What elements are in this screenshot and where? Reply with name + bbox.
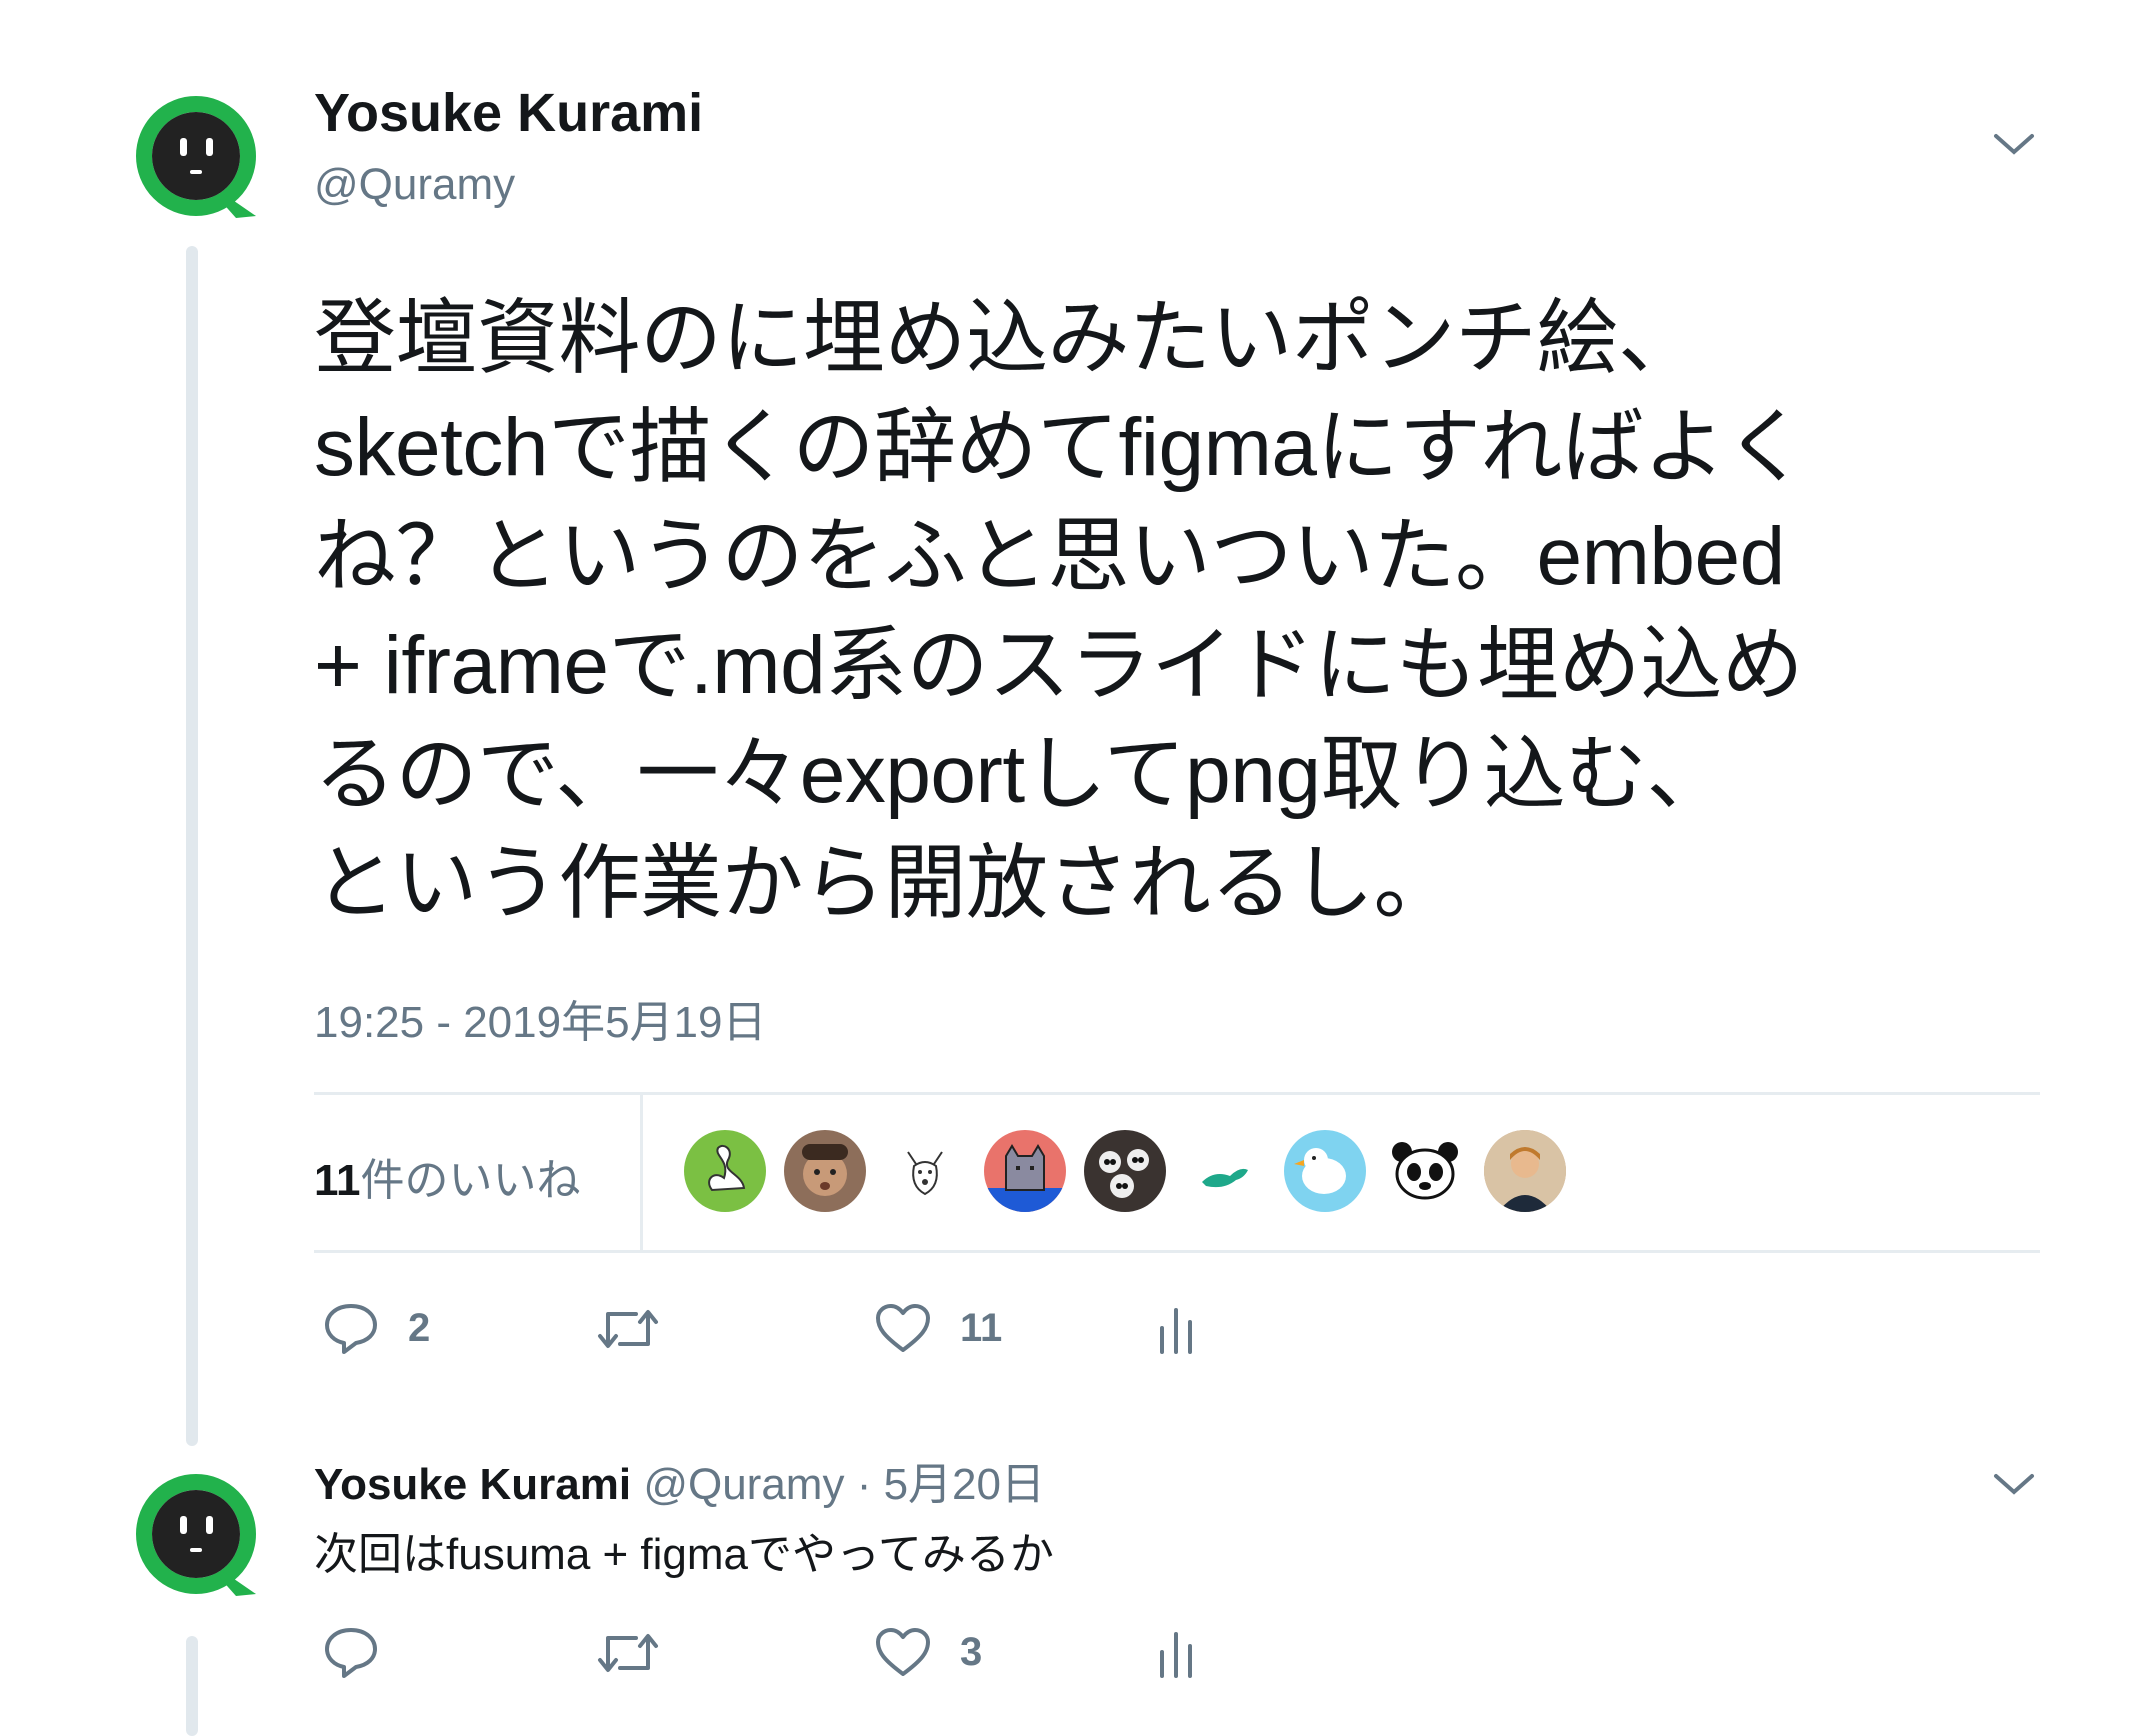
man-face-icon[interactable]	[784, 1130, 866, 1212]
pixel-cat-icon[interactable]	[984, 1130, 1066, 1212]
heart-icon	[876, 1304, 930, 1352]
reply-icon	[325, 1304, 377, 1354]
likes-label: 件のいいね	[360, 1156, 581, 1205]
likers-list	[684, 1130, 1566, 1212]
reply-icon	[325, 1628, 377, 1678]
pandas-group-icon[interactable]	[1084, 1130, 1166, 1212]
vertical-divider	[640, 1094, 643, 1252]
green-otter-icon[interactable]	[1184, 1130, 1266, 1212]
author-avatar[interactable]	[136, 96, 262, 227]
reply-author-avatar[interactable]	[136, 1474, 262, 1605]
thread-line	[186, 246, 198, 1446]
retweet-icon	[598, 1310, 658, 1348]
reply-header: Yosuke Kurami @Quramy · 5月20日	[314, 1448, 1045, 1512]
reply-author-name[interactable]: Yosuke Kurami	[314, 1460, 631, 1509]
thread-line-lower	[186, 1636, 198, 1736]
reply-button[interactable]: 2	[322, 1300, 430, 1356]
analytics-icon[interactable]	[1156, 1304, 1196, 1361]
tweet-text-line: るので、一々exportしてpng取り込む、	[314, 729, 1728, 820]
divider	[314, 1092, 2040, 1095]
author-name[interactable]: Yosuke Kurami	[314, 82, 703, 144]
like-button[interactable]: 11	[874, 1302, 1002, 1354]
tweet-text-line: ね？というのをふと思いついた。embed	[314, 511, 1785, 602]
reply-like-button[interactable]: 3	[874, 1626, 982, 1678]
dog-sketch-icon[interactable]	[884, 1130, 966, 1212]
reply-retweet-button[interactable]	[596, 1628, 688, 1678]
like-count: 11	[960, 1305, 1003, 1350]
reply-date[interactable]: 5月20日	[884, 1460, 1045, 1509]
tweet-timestamp[interactable]: 19:25 - 2019年5月19日	[314, 986, 767, 1050]
tweet-text-line: という作業から開放されるし。	[314, 838, 1456, 929]
swan-icon[interactable]	[684, 1130, 766, 1212]
likes-count: 11	[314, 1156, 361, 1205]
divider	[314, 1250, 2040, 1253]
person-photo-icon[interactable]	[1484, 1130, 1566, 1212]
reply-chevron-down-icon[interactable]	[1992, 1470, 2036, 1503]
retweet-button[interactable]	[596, 1304, 688, 1354]
tweet-text-line: + iframeで.md系のスライドにも埋め込め	[314, 620, 1804, 711]
author-handle[interactable]: @Quramy	[314, 160, 515, 210]
reply-author-handle[interactable]: @Quramy	[643, 1460, 844, 1509]
tweet-text: 登壇資料のに埋め込みたいポンチ絵、 sketchで描くの辞めてfigmaにすれば…	[314, 284, 2114, 938]
likes-summary[interactable]: 11件のいいね	[314, 1144, 581, 1208]
retweet-icon	[598, 1634, 658, 1672]
reply-count: 2	[408, 1305, 431, 1350]
reply-like-count: 3	[960, 1629, 983, 1674]
panda-face-icon[interactable]	[1384, 1130, 1466, 1212]
tweet-text-line: 登壇資料のに埋め込みたいポンチ絵、	[314, 293, 1700, 384]
reply-separator: ·	[856, 1460, 872, 1509]
tweet-text-line: sketchで描くの辞めてfigmaにすればよく	[314, 402, 1807, 493]
heart-icon	[876, 1628, 930, 1676]
chevron-down-icon[interactable]	[1992, 130, 2036, 163]
reply-reply-button[interactable]	[322, 1624, 408, 1680]
reply-analytics-icon[interactable]	[1156, 1628, 1196, 1685]
reply-text: 次回はfusuma + figmaでやってみるか	[314, 1530, 1054, 1579]
white-bird-icon[interactable]	[1284, 1130, 1366, 1212]
